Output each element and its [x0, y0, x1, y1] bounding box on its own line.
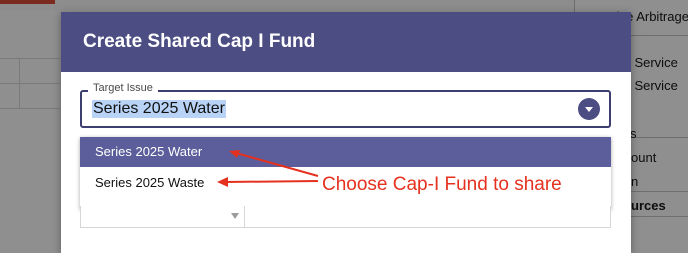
- annotation-arrows: [217, 150, 319, 187]
- annotation-arrowhead: [229, 150, 240, 158]
- annotation-callout-text: Choose Cap-I Fund to share: [322, 174, 562, 195]
- annotation-arrow-line: [224, 180, 319, 183]
- annotation-arrow-line: [235, 152, 319, 177]
- annotation-arrowhead: [217, 177, 228, 187]
